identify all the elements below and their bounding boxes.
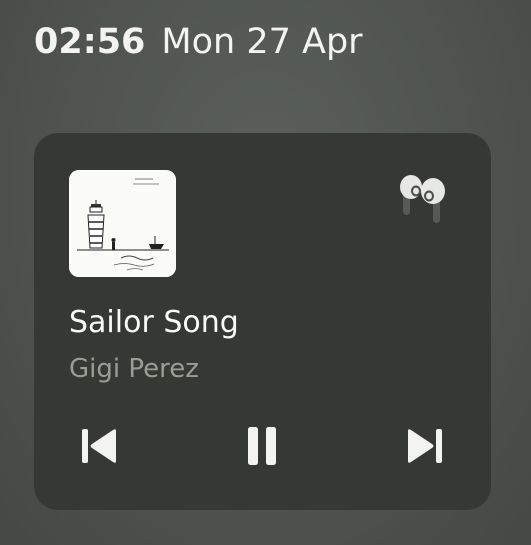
media-player-card[interactable]: Sailor Song Gigi Perez <box>34 133 491 510</box>
earbuds-icon[interactable] <box>396 169 452 229</box>
track-title: Sailor Song <box>69 305 239 340</box>
pause-button[interactable] <box>237 421 287 471</box>
skip-next-button[interactable] <box>400 421 450 471</box>
album-art-lighthouse-icon <box>69 170 176 277</box>
lockscreen-status-row: 02:56 Mon 27 Apr <box>34 22 363 68</box>
pause-icon <box>248 427 276 465</box>
album-art[interactable] <box>69 170 176 277</box>
skip-next-icon <box>408 429 442 463</box>
clock-date: Mon 27 Apr <box>161 22 363 62</box>
skip-previous-button[interactable] <box>74 421 124 471</box>
clock-time: 02:56 <box>34 22 146 62</box>
skip-previous-icon <box>82 429 116 463</box>
track-artist: Gigi Perez <box>69 354 199 384</box>
